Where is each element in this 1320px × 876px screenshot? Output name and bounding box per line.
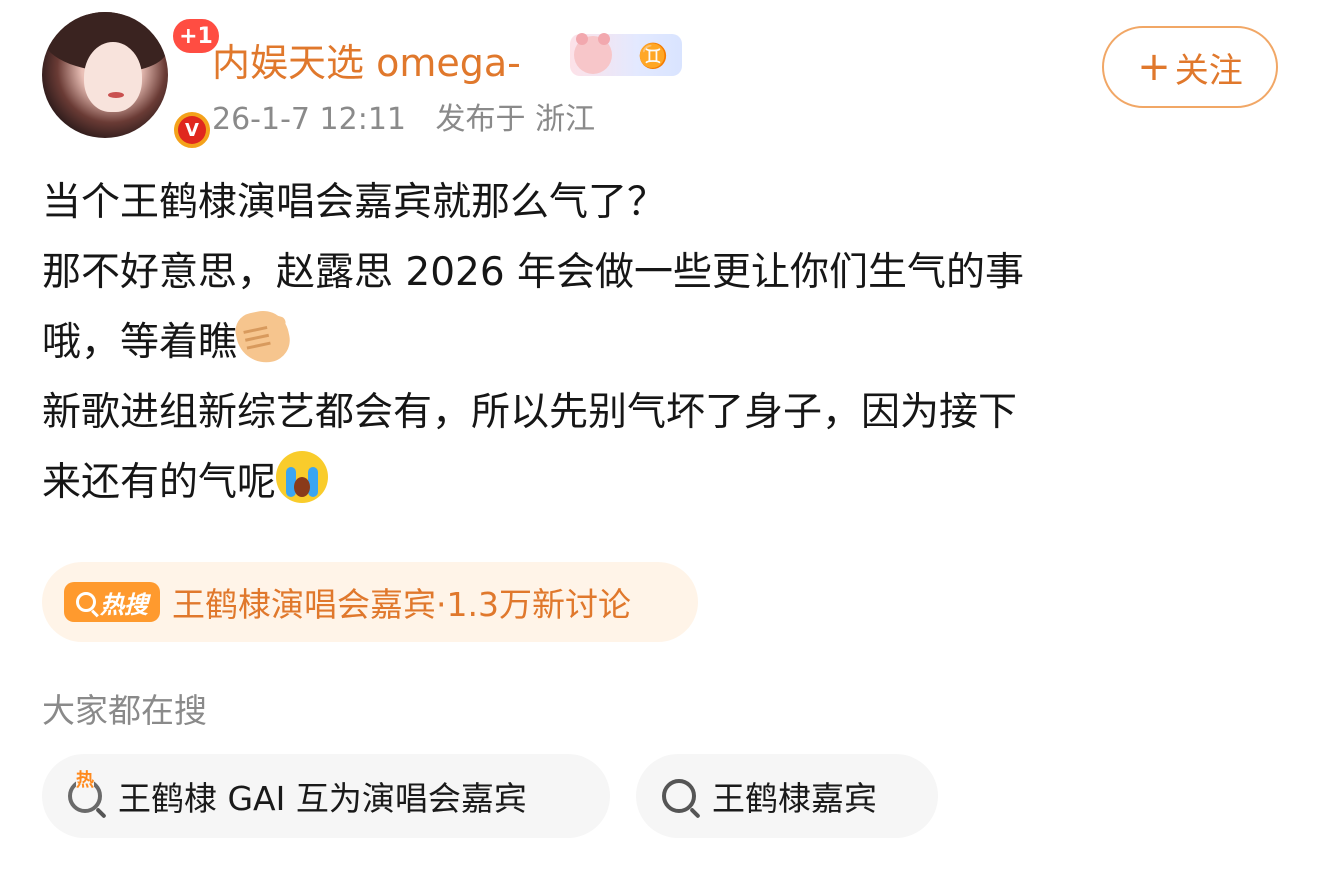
content-line: 当个王鹤棣演唱会嘉宾就那么气了？: [42, 180, 667, 225]
plus-icon: +: [1137, 44, 1171, 90]
related-search-chip[interactable]: 王鹤棣嘉宾: [636, 754, 938, 838]
hot-search-topic[interactable]: 热搜 王鹤棣演唱会嘉宾·1.3万新讨论: [42, 562, 698, 642]
hot-search-icon: 热: [68, 771, 102, 813]
follow-button[interactable]: + 关注: [1102, 26, 1278, 108]
verified-icon: V: [170, 108, 214, 152]
post-time: 26-1-7 12:11: [212, 102, 406, 137]
related-search-chip[interactable]: 热 王鹤棣 GAI 互为演唱会嘉宾: [42, 754, 610, 838]
search-icon: [662, 779, 696, 813]
hot-search-tag: 热搜: [64, 582, 160, 622]
content-line: 新歌进组新综艺都会有，所以先别气坏了身子，因为接下: [42, 390, 1018, 435]
crying-face-icon: [276, 451, 329, 503]
related-search-label: 王鹤棣嘉宾: [712, 779, 877, 818]
avatar[interactable]: [42, 12, 168, 138]
zodiac-badge-icon: ♊: [570, 33, 682, 76]
post-meta: 26-1-7 12:11 发布于 浙江: [212, 94, 615, 138]
hot-topic-text: 王鹤棣演唱会嘉宾·1.3万新讨论: [172, 585, 631, 624]
search-icon: [76, 592, 96, 612]
content-line: 那不好意思，赵露思 2026 年会做一些更让你们生气的事: [42, 250, 1025, 295]
beckoning-hand-icon: [232, 306, 294, 368]
bear-icon: [574, 33, 612, 74]
content-line: 哦，等着瞧: [42, 306, 1242, 378]
follow-label: 关注: [1174, 50, 1243, 91]
author-avatar[interactable]: [42, 12, 172, 142]
post-content: 当个王鹤棣演唱会嘉宾就那么气了？ 那不好意思，赵露思 2026 年会做一些更让你…: [42, 168, 1242, 518]
post-location: 发布于 浙江: [435, 102, 596, 137]
related-search-label: 王鹤棣 GAI 互为演唱会嘉宾: [118, 779, 527, 818]
related-search-title: 大家都在搜: [42, 691, 207, 730]
post-header: +1 V 内娱天选 omega- ♊ 26-1-7 12:11 发布于 浙江 +…: [42, 12, 1282, 152]
content-line: 来还有的气呢: [42, 448, 1242, 518]
author-name[interactable]: 内娱天选 omega-: [212, 32, 521, 87]
